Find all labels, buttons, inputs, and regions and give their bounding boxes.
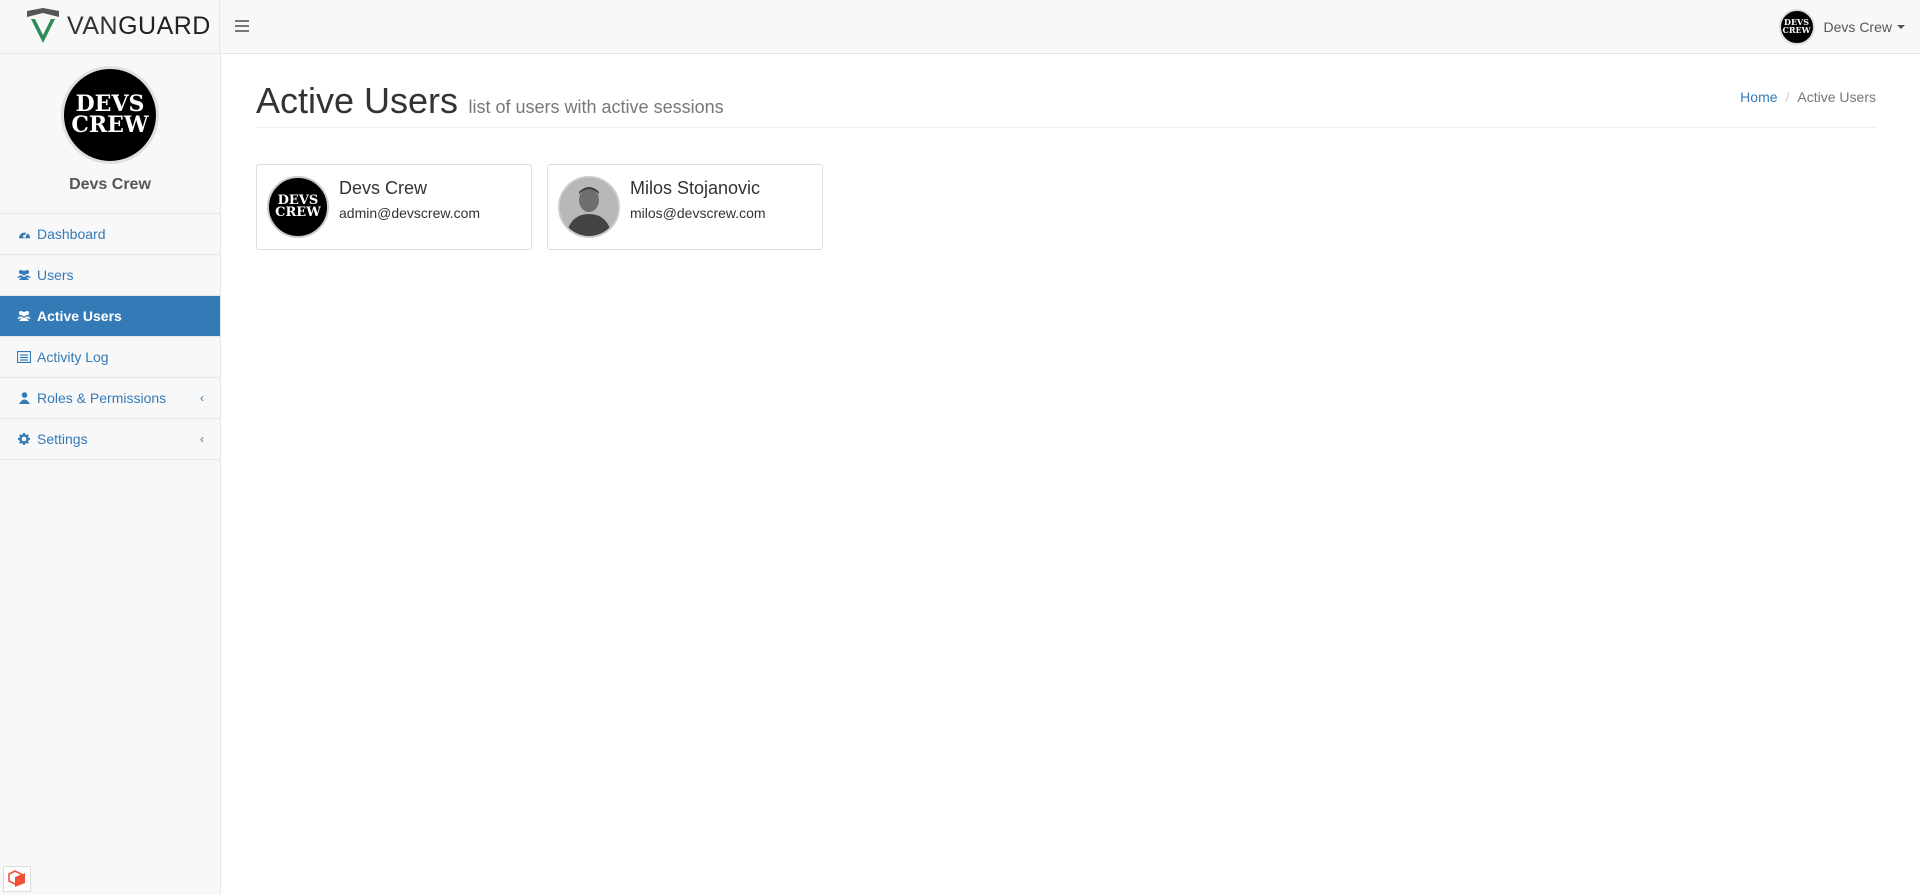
sidebar-item-label: Users bbox=[37, 267, 74, 283]
sidebar-item-users[interactable]: Users bbox=[0, 255, 220, 296]
sidebar-item-label: Settings bbox=[37, 431, 88, 447]
sidebar-item-label: Dashboard bbox=[37, 226, 106, 242]
sidebar-item-settings[interactable]: Settings ‹ bbox=[0, 419, 220, 460]
devs-crew-logo: DEVS CREW bbox=[1782, 17, 1811, 35]
sidebar-item-activity-log[interactable]: Activity Log bbox=[0, 337, 220, 378]
devs-crew-logo: DEVS CREW bbox=[71, 91, 149, 138]
page-title: Active Users bbox=[256, 80, 459, 121]
sidebar-item-label: Activity Log bbox=[37, 349, 109, 365]
profile-avatar[interactable]: DEVS CREW bbox=[61, 66, 159, 164]
breadcrumb-home-link[interactable]: Home bbox=[1740, 89, 1777, 105]
user-photo-icon bbox=[560, 178, 618, 236]
breadcrumb: Home / Active Users bbox=[1740, 89, 1876, 105]
sidebar-profile: DEVS CREW Devs Crew bbox=[0, 54, 220, 214]
user-name: Milos Stojanovic bbox=[630, 178, 761, 198]
dashboard-icon bbox=[17, 227, 31, 241]
profile-name: Devs Crew bbox=[69, 176, 151, 193]
breadcrumb-separator: / bbox=[1785, 89, 1790, 105]
page-header: Active Users list of users with active s… bbox=[256, 54, 1876, 128]
user-name: Devs Crew bbox=[1823, 19, 1892, 35]
gear-icon bbox=[17, 432, 31, 446]
active-users-list: DEVS CREW Devs Crew admin@devscrew.com Mi… bbox=[256, 164, 1876, 250]
breadcrumb-current: Active Users bbox=[1797, 89, 1876, 105]
chevron-left-icon: ‹ bbox=[200, 391, 204, 405]
main-content: Active Users list of users with active s… bbox=[256, 54, 1876, 250]
caret-down-icon bbox=[1897, 25, 1905, 29]
chevron-left-icon: ‹ bbox=[200, 432, 204, 446]
page-subtitle: list of users with active sessions bbox=[468, 97, 724, 117]
avatar bbox=[558, 176, 620, 238]
user-name: Devs Crew bbox=[339, 178, 428, 198]
user-icon bbox=[17, 391, 31, 405]
users-icon bbox=[17, 309, 31, 323]
devs-crew-logo: DEVS CREW bbox=[275, 192, 321, 220]
user-dropdown[interactable]: DEVS CREW Devs Crew bbox=[1778, 8, 1905, 46]
brand-logo[interactable]: VANGUARD bbox=[0, 0, 220, 53]
user-card[interactable]: DEVS CREW Devs Crew admin@devscrew.com bbox=[256, 164, 532, 250]
hamburger-menu-icon[interactable] bbox=[235, 17, 253, 35]
brand-name: VANGUARD bbox=[67, 12, 211, 40]
user-card[interactable]: Milos Stojanovic milos@devscrew.com bbox=[547, 164, 823, 250]
sidebar-item-dashboard[interactable]: Dashboard bbox=[0, 214, 220, 255]
user-email: milos@devscrew.com bbox=[630, 205, 766, 221]
avatar: DEVS CREW bbox=[267, 176, 329, 238]
sidebar: DEVS CREW Devs Crew Dashboard Users Activ… bbox=[0, 54, 221, 895]
sidebar-item-label: Active Users bbox=[37, 308, 122, 324]
avatar: DEVS CREW bbox=[1778, 9, 1815, 45]
sidebar-item-roles-permissions[interactable]: Roles & Permissions ‹ bbox=[0, 378, 220, 419]
sidebar-item-label: Roles & Permissions bbox=[37, 390, 167, 406]
list-icon bbox=[17, 350, 31, 364]
debugbar-icon[interactable] bbox=[3, 866, 31, 892]
shield-logo-icon bbox=[27, 7, 59, 43]
top-navbar: VANGUARD DEVS CREW Devs Crew bbox=[0, 0, 1920, 54]
user-email: admin@devscrew.com bbox=[339, 205, 481, 221]
users-icon bbox=[17, 268, 31, 282]
sidebar-item-active-users[interactable]: Active Users bbox=[0, 296, 220, 337]
